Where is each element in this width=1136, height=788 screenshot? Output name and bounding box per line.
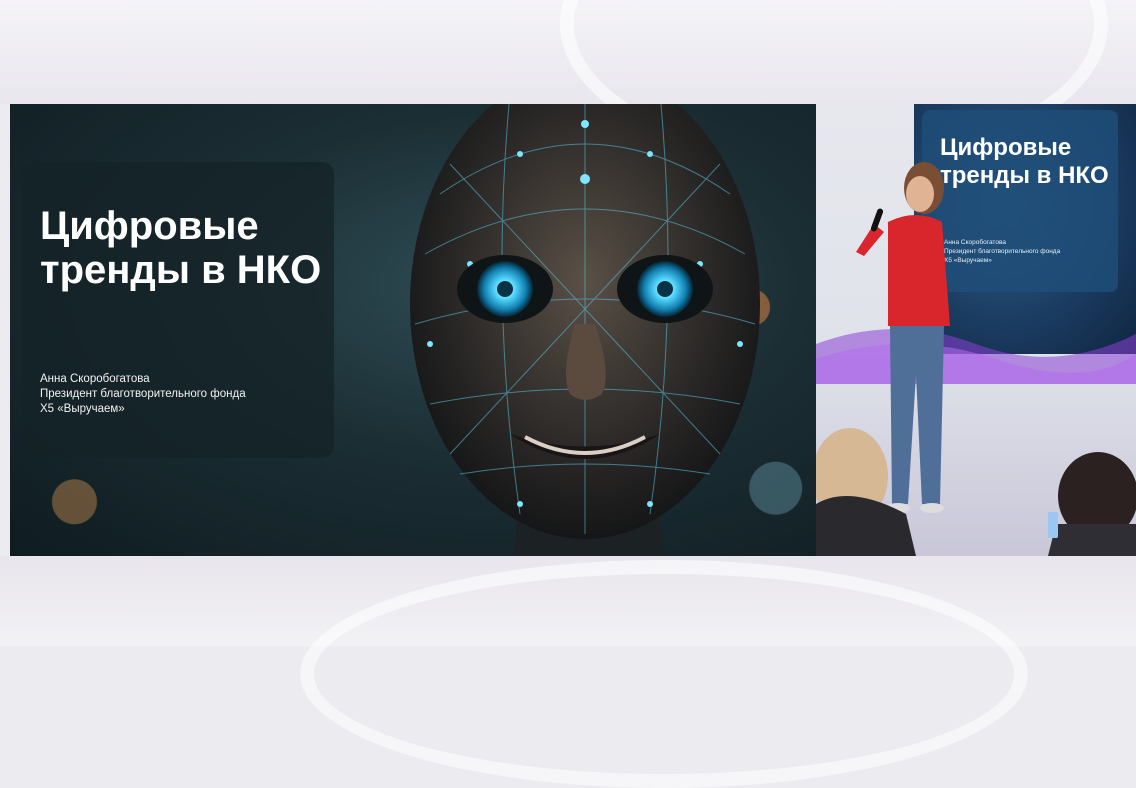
slide-author-org: Х5 «Выручаем» <box>40 403 125 415</box>
slide-author-block: Анна Скоробогатова Президент благотворит… <box>40 372 330 417</box>
slide-title: Цифровые тренды в НКО <box>40 204 330 292</box>
right-pupil <box>657 281 673 297</box>
slide-author-name: Анна Скоробогатова <box>40 373 150 385</box>
phone-icon <box>1048 512 1058 538</box>
microphone-icon <box>870 208 884 232</box>
speaker-shoe <box>920 503 944 513</box>
slide-author-role: Президент благотворительного фонда <box>40 388 246 400</box>
speaker-arm <box>856 224 884 256</box>
audience-shoulders <box>1048 524 1136 556</box>
speaker-figure <box>816 162 1136 556</box>
slide-title-line: Цифровые <box>40 204 259 248</box>
slide-title-line: тренды в НКО <box>40 248 322 292</box>
speaker-jeans <box>890 326 944 504</box>
left-pupil <box>497 281 513 297</box>
speaker-head <box>906 176 934 212</box>
speaker-top <box>888 215 950 326</box>
stage-photo: Цифровые тренды в НКО Анна Скоробогатова… <box>816 104 1136 556</box>
background-swoosh <box>300 560 1028 788</box>
ai-face-illustration <box>410 104 760 556</box>
presentation-slide: Цифровые тренды в НКО Анна Скоробогатова… <box>10 104 816 556</box>
